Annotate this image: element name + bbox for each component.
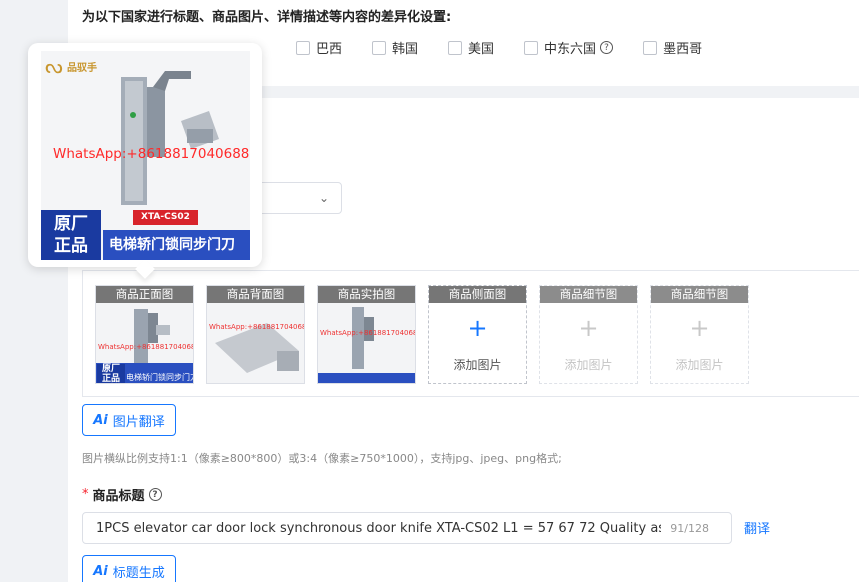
badge-main: 电梯轿门锁同步门刀 <box>103 230 250 260</box>
country-mexico[interactable]: 墨西哥 <box>643 38 702 57</box>
help-icon[interactable]: ? <box>148 488 162 501</box>
plus-icon: + <box>689 314 710 342</box>
country-checkbox-row: 巴西 韩国 美国 中东六国? 墨西哥 <box>296 38 732 57</box>
country-brazil[interactable]: 巴西 <box>296 38 342 57</box>
watermark-text: WhatsApp:+8618817040688 <box>53 146 250 162</box>
plus-icon: + <box>467 314 488 342</box>
help-icon[interactable]: ? <box>600 41 614 54</box>
checkbox[interactable] <box>296 40 310 55</box>
badge-left: 原厂 正品 <box>97 364 125 383</box>
add-image-label: 添加图片 <box>453 358 502 372</box>
logo-text: 品驭手 <box>67 62 97 74</box>
ai-icon: Ai <box>93 412 108 428</box>
country-korea[interactable]: 韩国 <box>372 38 418 57</box>
product-thumbnail: WhatsApp:+8618817040688 <box>207 303 305 383</box>
image-slot-side[interactable]: 商品侧面图 + 添加图片 <box>428 285 527 384</box>
page: 为以下国家进行标题、商品图片、详情描述等内容的差异化设置: 巴西 韩国 美国 中… <box>0 0 859 582</box>
section-title: 为以下国家进行标题、商品图片、详情描述等内容的差异化设置: <box>82 10 452 25</box>
ai-icon: Ai <box>93 563 108 579</box>
image-slot-front[interactable]: WhatsApp:+8618817040688 原厂 正品 电梯轿门锁同步门刀 … <box>95 285 194 384</box>
chevron-down-icon: ⌄ <box>318 191 329 205</box>
slot-label: 商品细节图 <box>651 286 748 303</box>
slot-label: 商品背面图 <box>207 286 304 303</box>
product-title-input[interactable]: 1PCS elevator car door lock synchronous … <box>82 512 732 544</box>
preview-image: ᔓ 品驭手 WhatsApp:+8618817040688 原厂 正品 XTA-… <box>41 51 250 260</box>
char-counter: 91/128 <box>670 522 709 535</box>
product-title-label: * 商品标题 ? <box>82 485 162 504</box>
checkbox[interactable] <box>448 40 463 55</box>
watermark-text: WhatsApp:+8618817040688 <box>209 323 305 331</box>
required-mark: * <box>82 487 89 502</box>
image-slot-detail-2[interactable]: 商品细节图 + 添加图片 <box>650 285 749 384</box>
preview-badge: 原厂 正品 XTA-CS02 电梯轿门锁同步门刀 <box>41 208 250 260</box>
checkbox[interactable] <box>643 40 658 55</box>
slot-label: 商品细节图 <box>540 286 637 303</box>
image-format-hint: 图片横纵比例支持1:1（像素≥800*800）或3:4（像素≥750*1000）… <box>82 452 562 465</box>
product-thumbnail: WhatsApp:+8618817040688 <box>318 303 416 383</box>
country-middle-east[interactable]: 中东六国? <box>524 38 614 57</box>
image-slot-real[interactable]: WhatsApp:+8618817040688 商品实拍图 <box>317 285 416 384</box>
model-tag: XTA-CS02 <box>133 210 198 225</box>
watermark-text: WhatsApp:+8618817040688 <box>98 343 194 351</box>
add-image-label: 添加图片 <box>675 358 724 372</box>
translate-link[interactable]: 翻译 <box>744 518 770 537</box>
add-image-label: 添加图片 <box>564 358 613 372</box>
slot-label: 商品实拍图 <box>318 286 415 303</box>
checkbox[interactable] <box>524 40 539 55</box>
badge-text: 电梯轿门锁同步门刀 <box>126 373 194 382</box>
dropdown-select[interactable]: ⌄ <box>250 182 342 214</box>
image-translate-button[interactable]: Ai 图片翻译 <box>82 404 176 436</box>
country-usa[interactable]: 美国 <box>448 38 494 57</box>
badge: 原厂 正品 电梯轿门锁同步门刀 <box>96 363 194 383</box>
title-generate-button[interactable]: Ai 标题生成 <box>82 555 176 582</box>
slot-label: 商品正面图 <box>96 286 193 303</box>
image-slot-back[interactable]: WhatsApp:+8618817040688 商品背面图 <box>206 285 305 384</box>
badge-left: 原厂 正品 <box>41 210 101 260</box>
slot-label: 商品侧面图 <box>429 286 526 303</box>
product-thumbnail: WhatsApp:+8618817040688 原厂 正品 电梯轿门锁同步门刀 <box>96 303 194 383</box>
brand-logo: ᔓ 品驭手 <box>45 55 97 77</box>
checkbox[interactable] <box>372 40 387 55</box>
image-slot-detail-1[interactable]: 商品细节图 + 添加图片 <box>539 285 638 384</box>
plus-icon: + <box>578 314 599 342</box>
title-value[interactable]: 1PCS elevator car door lock synchronous … <box>96 521 661 536</box>
logo-icon: ᔓ <box>45 54 63 78</box>
watermark-text: WhatsApp:+8618817040688 <box>320 329 416 337</box>
